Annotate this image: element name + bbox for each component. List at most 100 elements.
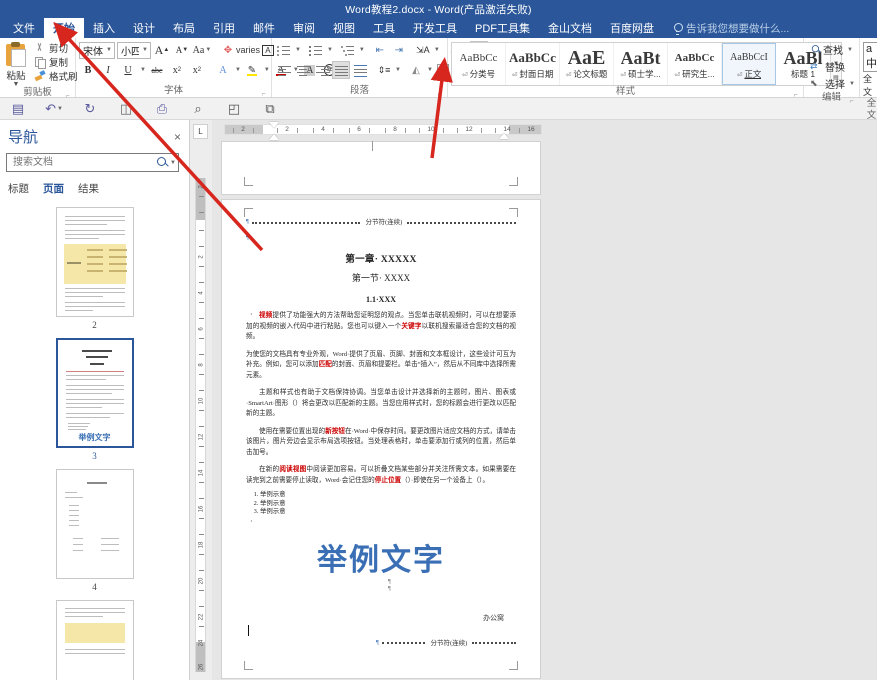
ribbon-tab-review[interactable]: 审阅: [284, 18, 324, 38]
list-item[interactable]: 4: [0, 469, 189, 592]
ribbon-tab-tools[interactable]: 工具: [364, 18, 404, 38]
tab-stop-selector[interactable]: L: [193, 124, 208, 139]
ribbon-tab-file[interactable]: 文件: [4, 18, 44, 38]
page-thumbnail[interactable]: [55, 207, 134, 317]
nav-tab-headings[interactable]: 标题: [8, 181, 29, 197]
bold-button[interactable]: B: [79, 61, 97, 79]
document-page-current[interactable]: ¶ 分节符(连续) ¶ 第一章· XXXXX 第一节· XXXX 1.1·XXX…: [222, 200, 540, 678]
heading-subsection[interactable]: 1.1·XXX: [246, 295, 516, 304]
text-effects-button[interactable]: A: [214, 61, 232, 79]
nav-tab-results[interactable]: 结果: [78, 181, 99, 197]
shading-dropdown-arrow[interactable]: ▼: [427, 67, 433, 73]
phonetic-guide-button[interactable]: varies: [236, 41, 260, 59]
multilevel-list-button[interactable]: [339, 41, 357, 59]
distribute-button[interactable]: [351, 61, 369, 79]
font-name-combo[interactable]: 宋体 ▼: [79, 41, 115, 59]
select-dropdown-arrow[interactable]: ▼: [849, 81, 855, 87]
ribbon-tab-insert[interactable]: 插入: [84, 18, 124, 38]
replace-button[interactable]: ⇄ 替换: [807, 58, 856, 75]
body-paragraph-1[interactable]: 视频提供了功能强大的方法帮助您证明您的观点。当您单击联机视频时，可以在想要添加的…: [246, 311, 516, 343]
paste-button[interactable]: 粘贴 ▼: [3, 41, 29, 88]
font-size-combo[interactable]: 小四 ▼: [116, 41, 151, 59]
superscript-button[interactable]: x2: [188, 61, 206, 79]
numbered-list[interactable]: 举例示意 举例示意 举例示意: [246, 491, 516, 517]
multilevel-dropdown-arrow[interactable]: ▼: [359, 47, 365, 53]
style-item-lunwenbiaoti[interactable]: AaE ⏎ 论文标题: [560, 43, 614, 85]
clear-formatting-button[interactable]: ✥: [219, 41, 237, 59]
highlight-button[interactable]: ✎: [243, 61, 261, 79]
horizontal-ruler[interactable]: 2 2 4 6 8 10 12 14 16: [212, 120, 877, 140]
copy-button[interactable]: 复制: [31, 55, 81, 69]
page-thumbnail[interactable]: [55, 469, 134, 579]
heading-chapter[interactable]: 第一章· XXXXX: [246, 251, 516, 265]
line-spacing-button[interactable]: ⇕≡: [375, 61, 393, 79]
highlight-dropdown-arrow[interactable]: ▼: [264, 67, 270, 73]
body-paragraph-4[interactable]: 使用在需要位置出现的新按钮在·Word·中保存时间。要更改图片适应文档的方式，请…: [246, 427, 516, 459]
ribbon-tab-references[interactable]: 引用: [204, 18, 244, 38]
find-button[interactable]: 查找 ▼: [807, 41, 856, 58]
align-center-button[interactable]: [294, 61, 312, 79]
signature-text[interactable]: 办公窝: [246, 613, 516, 623]
ribbon-tab-baidu-netdisk[interactable]: 百度网盘: [601, 18, 663, 38]
nav-tab-pages[interactable]: 页面: [43, 181, 64, 197]
cut-button[interactable]: 剪切: [31, 41, 81, 55]
clipboard-dialog-launcher[interactable]: ⌐: [64, 91, 71, 100]
navigation-search-box[interactable]: ▼: [6, 153, 179, 172]
page-thumbnails[interactable]: 2 举例文字 3 4: [0, 201, 189, 680]
heading-section[interactable]: 第一节· XXXX: [246, 271, 516, 284]
document-body[interactable]: ¶ 分节符(连续) ¶ 第一章· XXXXX 第一节· XXXX 1.1·XXX…: [246, 206, 516, 648]
underline-button[interactable]: U: [119, 61, 137, 79]
paragraph-dialog-launcher[interactable]: ⌐: [436, 89, 443, 98]
ribbon-tab-layout[interactable]: 布局: [164, 18, 204, 38]
list-item[interactable]: 举例文字 3: [0, 338, 189, 461]
list-item[interactable]: 举例示意: [260, 491, 516, 500]
find-doc-icon[interactable]: ⌕: [190, 101, 206, 117]
fulltext-button-label[interactable]: 全文: [863, 72, 877, 98]
list-item[interactable]: 举例示意: [260, 500, 516, 509]
horizontal-ruler-bar[interactable]: 2 2 4 6 8 10 12 14 16: [224, 121, 542, 140]
redo-icon[interactable]: ↻: [82, 101, 98, 117]
styles-dialog-launcher[interactable]: ⌐: [792, 90, 799, 99]
save-icon[interactable]: ▤: [10, 101, 26, 117]
align-right-button[interactable]: [313, 61, 331, 79]
text-effects-dropdown-arrow[interactable]: ▼: [235, 67, 241, 73]
align-left-button[interactable]: [275, 61, 293, 79]
close-icon[interactable]: ×: [174, 130, 181, 144]
tell-me-search[interactable]: 告诉我您想要做什么...: [663, 18, 789, 38]
body-paragraph-3[interactable]: 主题和样式也有助于文档保持协调。当您单击设计并选择新的主题时，图片、图表或·Sm…: [246, 388, 516, 420]
justify-button[interactable]: [332, 61, 350, 79]
numbering-button[interactable]: [307, 41, 325, 59]
print-preview-icon[interactable]: ⎙: [154, 101, 170, 117]
split-view-icon[interactable]: ◫: [118, 101, 134, 117]
page-thumbnail[interactable]: [55, 600, 134, 680]
editing-dialog-launcher[interactable]: ⌐: [848, 96, 855, 105]
example-big-text[interactable]: 举例文字: [246, 535, 516, 579]
first-line-indent-marker[interactable]: [269, 121, 279, 128]
style-item-fenleihao[interactable]: AaBbCc ⏎ 分类号: [452, 43, 506, 85]
change-case-button[interactable]: Aa ▼: [193, 41, 212, 59]
italic-button[interactable]: I: [99, 61, 117, 79]
document-canvas[interactable]: 2 2 4 6 8 10 12 14 16 ¶ 分节符(连续) ¶ 第一章· X…: [212, 120, 877, 680]
shrink-font-button[interactable]: A ▼: [173, 41, 191, 59]
search-icon[interactable]: [156, 156, 169, 169]
find-dropdown-arrow[interactable]: ▼: [847, 47, 853, 53]
shading-button[interactable]: ◭: [407, 61, 425, 79]
ribbon-tab-pdf-toolkit[interactable]: PDF工具集: [466, 18, 539, 38]
hanging-indent-marker[interactable]: [269, 133, 279, 140]
asian-layout-button[interactable]: ⇲A: [414, 41, 432, 59]
select-button[interactable]: ⬉ 选择 ▼: [807, 75, 856, 92]
ribbon-tab-home[interactable]: 开始: [44, 18, 84, 38]
underline-dropdown-arrow[interactable]: ▼: [140, 67, 146, 73]
font-dialog-launcher[interactable]: ⌐: [260, 89, 267, 98]
bullets-dropdown-arrow[interactable]: ▼: [295, 47, 301, 53]
style-item-shuoshixue[interactable]: AaBt ⏎ 硕士学...: [614, 43, 668, 85]
right-indent-marker[interactable]: [499, 132, 509, 139]
document-page-previous[interactable]: [222, 141, 540, 194]
ribbon-tab-kingsoft-docs[interactable]: 金山文档: [539, 18, 601, 38]
format-painter-button[interactable]: 格式刷: [31, 69, 81, 83]
body-paragraph-2[interactable]: 为使您的文档具有专业外观，Word·提供了页眉、页脚、封面和文本框设计，这些设计…: [246, 350, 516, 382]
list-item[interactable]: 5: [0, 600, 189, 680]
style-item-zhengwen[interactable]: AaBbCcI ⏎ 正文: [722, 43, 776, 85]
subscript-button[interactable]: x2: [168, 61, 186, 79]
decrease-indent-button[interactable]: ⇤: [371, 41, 389, 59]
